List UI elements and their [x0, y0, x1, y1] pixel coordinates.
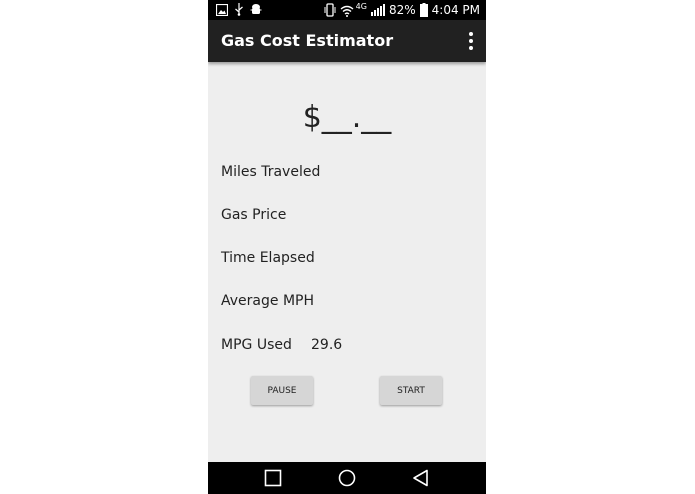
vibrate-icon — [324, 3, 336, 17]
phone-screen: 4G 82% 4:04 PM Gas Cost Estimator $__.__ — [208, 0, 486, 494]
app-title: Gas Cost Estimator — [221, 31, 394, 50]
gas-price-label: Gas Price — [221, 207, 287, 223]
time-elapsed-row: Time Elapsed — [221, 250, 315, 270]
home-icon[interactable] — [338, 469, 356, 487]
battery-percent: 82% — [388, 3, 416, 17]
overflow-menu-icon[interactable] — [468, 32, 474, 50]
usb-icon — [235, 3, 243, 16]
status-time: 4:04 PM — [431, 3, 480, 17]
start-button[interactable]: START — [380, 376, 442, 405]
average-mph-label: Average MPH — [221, 293, 314, 309]
time-elapsed-label: Time Elapsed — [221, 250, 315, 266]
app-bar: Gas Cost Estimator — [208, 20, 486, 62]
recent-apps-icon[interactable] — [264, 469, 282, 487]
miles-traveled-label: Miles Traveled — [221, 164, 321, 180]
pause-button[interactable]: PAUSE — [251, 376, 313, 405]
network-type: 4G — [355, 1, 367, 11]
back-icon[interactable] — [412, 469, 430, 487]
status-right: 4G 82% 4:04 PM — [324, 0, 480, 20]
status-left — [216, 3, 262, 16]
average-mph-row: Average MPH — [221, 293, 314, 313]
wifi-icon — [340, 5, 354, 17]
mpg-used-value: 29.6 — [311, 337, 343, 353]
navigation-bar — [208, 462, 486, 494]
battery-icon — [419, 3, 428, 17]
cost-display: $__.__ — [302, 100, 392, 135]
image-icon — [216, 3, 228, 16]
mpg-used-row: MPG Used 29.6 — [221, 337, 342, 357]
miles-traveled-row: Miles Traveled — [221, 164, 320, 184]
signal-icon — [370, 4, 385, 16]
gas-price-row: Gas Price — [221, 207, 286, 227]
android-debug-icon — [250, 4, 262, 14]
mpg-used-label: MPG Used — [221, 337, 292, 353]
status-bar: 4G 82% 4:04 PM — [208, 0, 486, 20]
